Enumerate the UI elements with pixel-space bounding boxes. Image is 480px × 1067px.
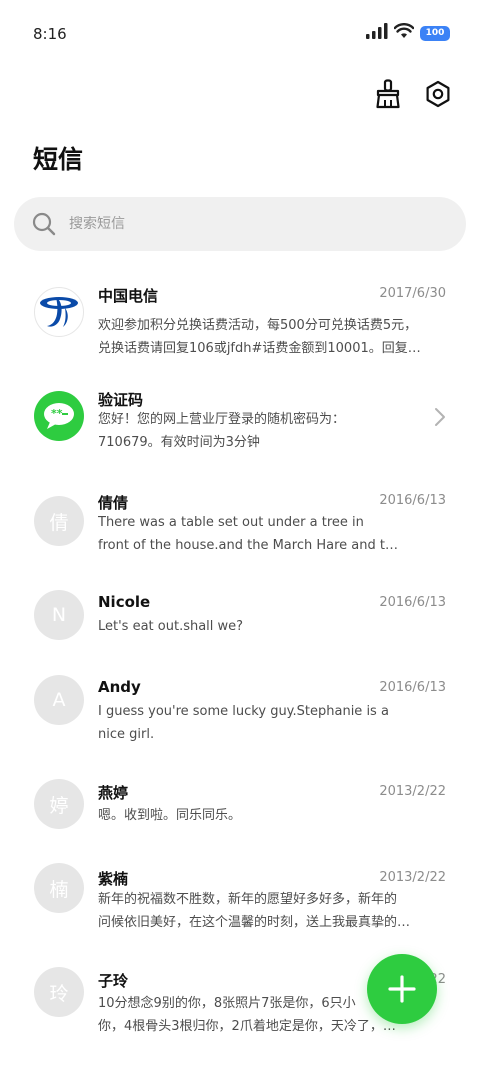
- preview-line: Let's eat out.shall we?: [98, 619, 244, 634]
- conversation-preview: 您好！您的网上营业厅登录的随机密码为： 710679。有效时间为3分钟: [98, 408, 448, 454]
- conversation-preview: Let's eat out.shall we?: [98, 615, 448, 638]
- avatar: 婷: [34, 779, 84, 829]
- preview-line: 问候依旧美好，在这个温馨的时刻，送上我最真挚的…: [98, 915, 411, 930]
- search-input[interactable]: [69, 216, 429, 232]
- conversation-date: 2016/6/13: [379, 595, 446, 610]
- conversation-item[interactable]: 楠 紫楠 2013/2/22 新年的祝福数不胜数，新年的愿望好多好多，新年的 问…: [0, 858, 480, 958]
- preview-line: 710679。有效时间为3分钟: [98, 435, 260, 450]
- conversation-item[interactable]: ** 验证码 您好！您的网上营业厅登录的随机密码为： 710679。有效时间为3…: [0, 376, 480, 476]
- search-bar[interactable]: [14, 197, 466, 251]
- conversation-name: 子玲: [98, 972, 129, 990]
- wifi-icon: [393, 23, 415, 43]
- conversation-preview: I guess you're some lucky guy.Stephanie …: [98, 700, 448, 746]
- conversation-item[interactable]: 婷 燕婷 2013/2/22 嗯。收到啦。同乐同乐。: [0, 772, 480, 872]
- signal-icon: [366, 23, 388, 43]
- clean-broom-button[interactable]: [372, 78, 404, 110]
- chat-bubble-icon: **: [44, 403, 74, 429]
- conversation-date: 2016/6/13: [379, 493, 446, 508]
- new-message-button[interactable]: [367, 954, 437, 1024]
- preview-line: I guess you're some lucky guy.Stephanie …: [98, 704, 389, 719]
- avatar: 楠: [34, 863, 84, 913]
- conversation-name: 燕婷: [98, 784, 129, 802]
- conversation-item[interactable]: A Andy 2016/6/13 I guess you're some luc…: [0, 668, 480, 768]
- conversation-date: 2016/6/13: [379, 680, 446, 695]
- status-icons: 100: [366, 22, 450, 44]
- conversation-name: 倩倩: [98, 494, 129, 512]
- plus-icon: [388, 975, 416, 1003]
- avatar: 倩: [34, 496, 84, 546]
- preview-line: 您好！您的网上营业厅登录的随机密码为：: [98, 412, 346, 427]
- status-bar: 8:16 100: [0, 0, 480, 70]
- header-actions: [372, 78, 454, 110]
- settings-button[interactable]: [422, 78, 454, 110]
- conversation-item[interactable]: 倩 倩倩 2016/6/13 There was a table set out…: [0, 479, 480, 579]
- conversation-preview: 新年的祝福数不胜数，新年的愿望好多好多，新年的 问候依旧美好，在这个温馨的时刻，…: [98, 888, 448, 934]
- preview-line: nice girl.: [98, 727, 155, 742]
- preview-line: front of the house.and the March Hare an…: [98, 538, 398, 553]
- conversation-preview: 欢迎参加积分兑换话费活动，每500分可兑换话费5元， 兑换话费请回复106或jf…: [98, 314, 448, 360]
- avatar: **: [34, 391, 84, 441]
- conversation-preview: 嗯。收到啦。同乐同乐。: [98, 804, 448, 827]
- preview-line: 兑换话费请回复106或jfdh#话费金额到10001。回复…: [98, 341, 421, 356]
- chevron-right-icon[interactable]: [432, 407, 448, 427]
- gear-icon: [426, 80, 450, 108]
- conversation-date: 2017/6/30: [379, 286, 446, 301]
- status-time: 8:16: [33, 25, 67, 43]
- svg-text:**: **: [51, 407, 63, 420]
- preview-line: 新年的祝福数不胜数，新年的愿望好多好多，新年的: [98, 892, 398, 907]
- preview-line: 嗯。收到啦。同乐同乐。: [98, 808, 242, 823]
- conversation-name: Andy: [98, 678, 141, 696]
- avatar: 玲: [34, 967, 84, 1017]
- preview-line: 欢迎参加积分兑换话费活动，每500分可兑换话费5元，: [98, 318, 418, 333]
- avatar: [34, 287, 84, 337]
- broom-icon: [376, 79, 400, 109]
- conversation-preview: There was a table set out under a tree i…: [98, 511, 448, 557]
- battery-icon: 100: [420, 25, 450, 41]
- conversation-name: 验证码: [98, 391, 144, 409]
- conversation-name: 中国电信: [98, 287, 159, 305]
- conversation-date: 2013/2/22: [379, 784, 446, 799]
- conversation-name: Nicole: [98, 593, 151, 611]
- conversation-date: 2013/2/22: [379, 870, 446, 885]
- search-icon: [32, 212, 56, 236]
- china-telecom-logo-icon: [40, 297, 78, 327]
- avatar: N: [34, 590, 84, 640]
- page-title: 短信: [33, 145, 84, 174]
- avatar: A: [34, 675, 84, 725]
- conversation-name: 紫楠: [98, 870, 129, 888]
- conversation-item[interactable]: 中国电信 2017/6/30 欢迎参加积分兑换话费活动，每500分可兑换话费5元…: [0, 272, 480, 372]
- preview-line: There was a table set out under a tree i…: [98, 515, 364, 530]
